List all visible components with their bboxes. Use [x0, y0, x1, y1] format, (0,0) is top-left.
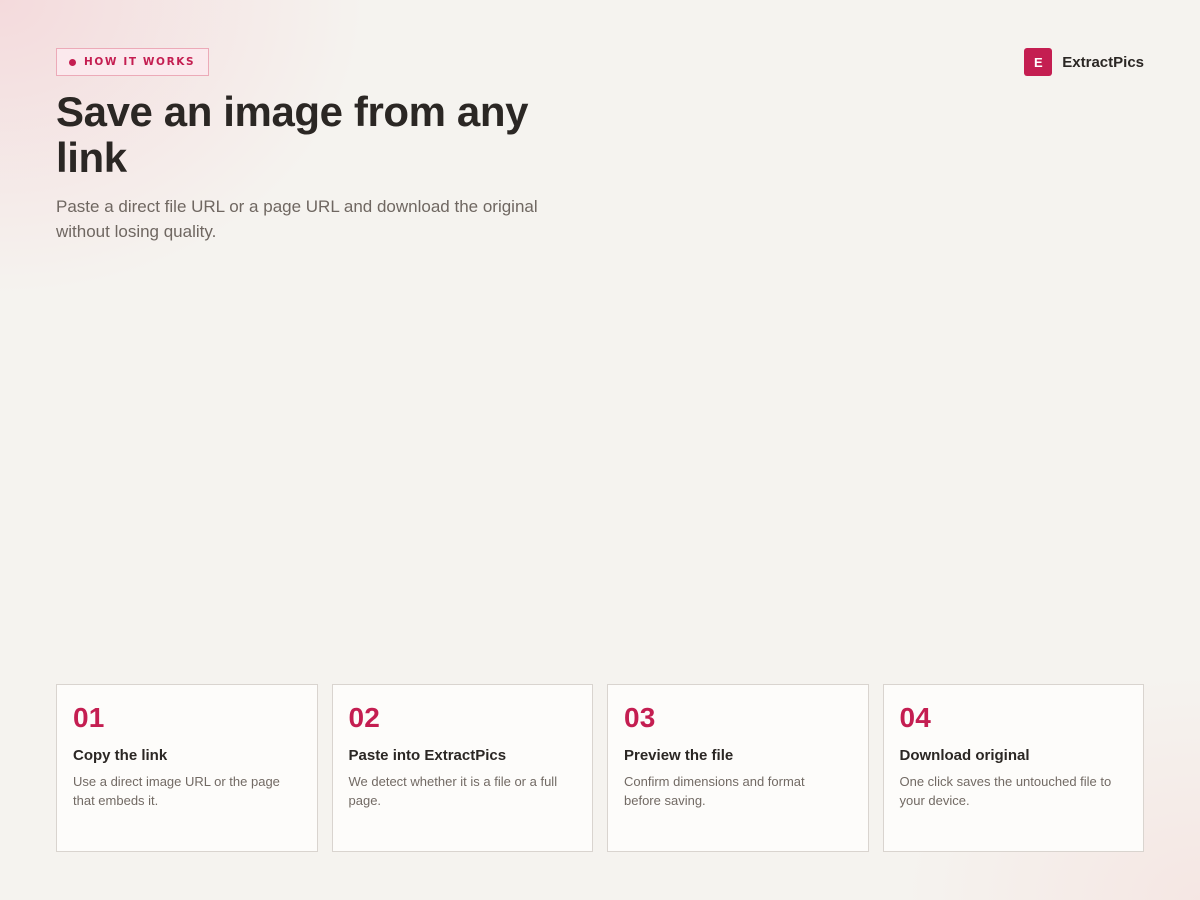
step-title: Copy the link: [73, 747, 168, 764]
section-badge: HOW IT WORKS: [56, 48, 210, 76]
step-number: 04: [899, 702, 932, 733]
step-card-preview: 03 Preview the file Confirm dimensions a…: [607, 684, 869, 852]
page-subtitle: Paste a direct file URL or a page URL an…: [56, 197, 538, 241]
step-card-paste: 02 Paste into ExtractPics We detect whet…: [331, 684, 593, 852]
steps-list: 01 Copy the link Use a direct image URL …: [56, 684, 1144, 852]
dot-icon: [69, 58, 76, 66]
step-title: Download original: [899, 747, 1030, 764]
brand-logo-link[interactable]: E ExtractPics: [1024, 48, 1144, 76]
step-description: One click saves the untouched file to yo…: [899, 774, 1112, 808]
section-badge-label: HOW IT WORKS: [84, 56, 196, 68]
step-description: Confirm dimensions and format before sav…: [624, 774, 805, 808]
step-card-download: 04 Download original One click saves the…: [882, 684, 1144, 852]
step-description: We detect whether it is a file or a full…: [348, 774, 558, 808]
step-number: 03: [624, 702, 656, 733]
step-number: 01: [73, 702, 105, 733]
page-title: Save an image from any link: [56, 88, 529, 181]
brand-name: ExtractPics: [1062, 53, 1144, 71]
logo-icon: E: [1024, 48, 1053, 76]
step-card-copy-link: 01 Copy the link Use a direct image URL …: [56, 684, 318, 852]
step-number: 02: [348, 702, 381, 733]
step-title: Paste into ExtractPics: [348, 747, 507, 764]
step-title: Preview the file: [624, 747, 734, 764]
step-description: Use a direct image URL or the page that …: [73, 774, 280, 808]
